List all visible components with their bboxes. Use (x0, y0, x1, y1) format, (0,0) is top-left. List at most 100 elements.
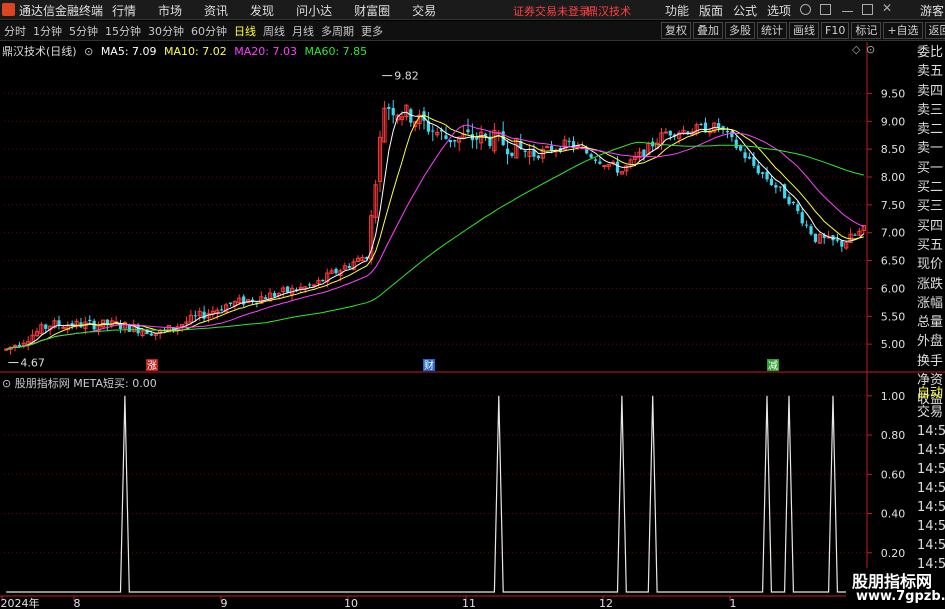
candle-down (17, 344, 21, 347)
candle-down (308, 284, 312, 286)
price-tick-label: 8.00 (881, 171, 906, 184)
candle-down (756, 165, 760, 174)
side-panel-item[interactable]: 换手 (917, 352, 945, 371)
candle-down (149, 333, 153, 336)
side-panel-item[interactable]: 买三 (917, 197, 945, 216)
indicator-tick-label: 0.40 (881, 508, 906, 521)
event-marker-label: 减 (768, 360, 778, 372)
price-tick-label: 5.00 (881, 338, 906, 351)
time-tick-label: 8 (74, 597, 81, 609)
candle-down (668, 130, 672, 136)
candle-down (286, 286, 290, 293)
indicator-tick-label: 0.20 (881, 547, 906, 560)
event-marker-label: 财 (424, 359, 434, 372)
candle-down (448, 139, 452, 143)
side-panel-item[interactable]: 卖五 (917, 62, 945, 81)
indicator-side-item[interactable]: 交易 (917, 403, 945, 422)
candle-down (567, 140, 571, 142)
high-label: 9.82 (394, 70, 419, 83)
candle-down (805, 224, 809, 226)
candle-down (813, 233, 818, 242)
ma10-label: MA10: 7.02 (164, 45, 227, 58)
price-tick-label: 9.50 (881, 87, 906, 100)
ma10-line (6, 114, 864, 350)
indicator-tick-label: 0.60 (881, 468, 906, 481)
candle-down (220, 309, 224, 311)
side-panel-item[interactable]: 买二 (917, 178, 945, 197)
side-panel-item[interactable]: 卖二 (917, 120, 945, 139)
candle-down (717, 123, 721, 128)
candle-down (787, 196, 791, 205)
candle-down (734, 139, 738, 148)
chevron-down-icon[interactable]: ⊙ (84, 45, 93, 58)
side-panel-item[interactable]: 卖三 (917, 101, 945, 120)
time-tick-label: 11 (462, 597, 476, 609)
side-panel-item[interactable]: 买四 (917, 217, 945, 236)
indicator-side-item[interactable]: 14:56 (917, 517, 945, 536)
candle-down (765, 171, 769, 180)
side-panel-item[interactable]: 买一 (917, 159, 945, 178)
candle-down (431, 130, 435, 132)
candle-down (853, 234, 857, 236)
candle-down (202, 311, 206, 319)
ma60-line (6, 141, 864, 350)
price-tick-label: 6.50 (881, 255, 906, 268)
ma20-label: MA20: 7.03 (234, 45, 297, 58)
indicator-side-item[interactable]: 14:56 (917, 460, 945, 479)
candle-down (510, 152, 514, 156)
kline-chart[interactable]: 9.50 9.00 8.50 8.00 7.50 7.00 6.50 6.00 5.50 5.00… (0, 0, 945, 609)
candle-down (593, 159, 598, 161)
candle-down (840, 240, 844, 247)
candle-down (483, 133, 488, 136)
candle-down (387, 107, 391, 109)
candle-down (743, 152, 747, 159)
candle-down (334, 268, 338, 274)
candle-down (321, 279, 325, 282)
candle-down (409, 109, 413, 123)
candle-down (796, 204, 800, 212)
indicator-tick-label: 0.80 (881, 429, 906, 442)
indicator-side-item[interactable]: 14:56 (917, 422, 945, 441)
event-marker-label: 涨 (147, 360, 157, 372)
candle-down (391, 108, 395, 116)
candle-down (88, 319, 92, 322)
side-panel-item[interactable]: 涨跌 (917, 275, 945, 294)
candle-up (545, 146, 550, 149)
side-panel-item[interactable]: 外盘 (917, 332, 945, 351)
indicator-side-item[interactable]: 自动 (917, 384, 945, 403)
indicator-tick-label: 1.00 (881, 390, 906, 403)
low-label: 4.67 (20, 357, 44, 370)
side-panel-item[interactable]: 现价 (917, 255, 945, 274)
candle-up (311, 284, 317, 287)
candle-down (739, 146, 743, 151)
candle-down (730, 131, 734, 138)
candle-down (769, 178, 774, 186)
time-tick-label: 1 (730, 597, 737, 609)
time-tick-label: 9 (221, 597, 228, 609)
candle-down (228, 302, 233, 305)
settings-icon[interactable]: ⊙ (2, 377, 11, 390)
price-tick-label: 7.00 (881, 227, 906, 240)
candle-down (835, 239, 840, 241)
candle-down (536, 155, 540, 159)
side-panel-item[interactable]: 卖四 (917, 82, 945, 101)
candle-down (264, 297, 268, 300)
indicator-side-item[interactable]: 14:56 (917, 441, 945, 460)
candle-down (703, 122, 708, 133)
side-panel-item[interactable]: 总量 (917, 313, 945, 332)
indicator-side-item[interactable]: 14:56 (917, 479, 945, 498)
side-panel-item[interactable]: 委比 (917, 43, 945, 62)
indicator-legend: ⊙ 股朋指标网 META短买: 0.00 (2, 375, 157, 391)
indicator-side-item[interactable]: 14:56 (917, 498, 945, 517)
ma20-line (6, 124, 864, 350)
price-tick-label: 6.00 (881, 282, 906, 295)
indicator-title: 股朋指标网 META短买: 0.00 (14, 377, 157, 390)
candle-down (642, 149, 646, 157)
side-panel-item[interactable]: 卖一 (917, 139, 945, 158)
indicator-side-item[interactable]: 14:56 (917, 536, 945, 555)
side-panel-item[interactable]: 涨幅 (917, 294, 945, 313)
side-panel-item[interactable]: 买五 (917, 236, 945, 255)
settings-icon: ⊙ (866, 43, 875, 56)
candle-down (523, 150, 527, 152)
price-tick-label: 5.50 (881, 310, 906, 323)
